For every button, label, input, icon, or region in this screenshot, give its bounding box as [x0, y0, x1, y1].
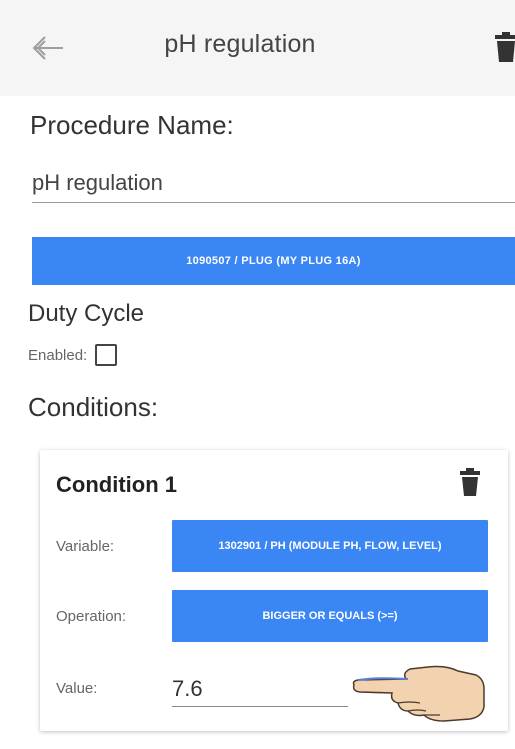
trash-icon [495, 32, 515, 62]
duty-cycle-enabled-row: Enabled: [28, 344, 118, 366]
page-title: pH regulation [164, 30, 316, 58]
variable-label: Variable: [56, 538, 115, 555]
app-bar: pH regulation [0, 0, 515, 96]
variable-select-button[interactable]: 1302901 / PH (MODULE PH, FLOW, LEVEL) [172, 520, 488, 572]
value-label: Value: [56, 680, 98, 697]
duty-cycle-enabled-checkbox[interactable] [95, 344, 118, 366]
conditions-label: Conditions: [28, 392, 159, 422]
delete-condition-button[interactable] [460, 468, 480, 496]
procedure-name-input[interactable] [32, 164, 515, 203]
plug-select-button[interactable]: 1090507 / PLUG (MY PLUG 16A) [32, 237, 515, 285]
duty-cycle-label: Duty Cycle [28, 300, 145, 327]
delete-procedure-button[interactable] [495, 32, 515, 62]
enabled-label: Enabled: [28, 346, 88, 364]
procedure-name-label: Procedure Name: [30, 110, 234, 140]
operation-select-button[interactable]: BIGGER OR EQUALS (>=) [172, 590, 488, 642]
operation-label: Operation: [56, 608, 127, 625]
pointing-hand-icon [348, 655, 488, 725]
back-arrow-icon [32, 36, 63, 60]
back-button[interactable] [28, 28, 68, 68]
trash-icon [460, 468, 480, 496]
condition-title: Condition 1 [56, 472, 177, 497]
